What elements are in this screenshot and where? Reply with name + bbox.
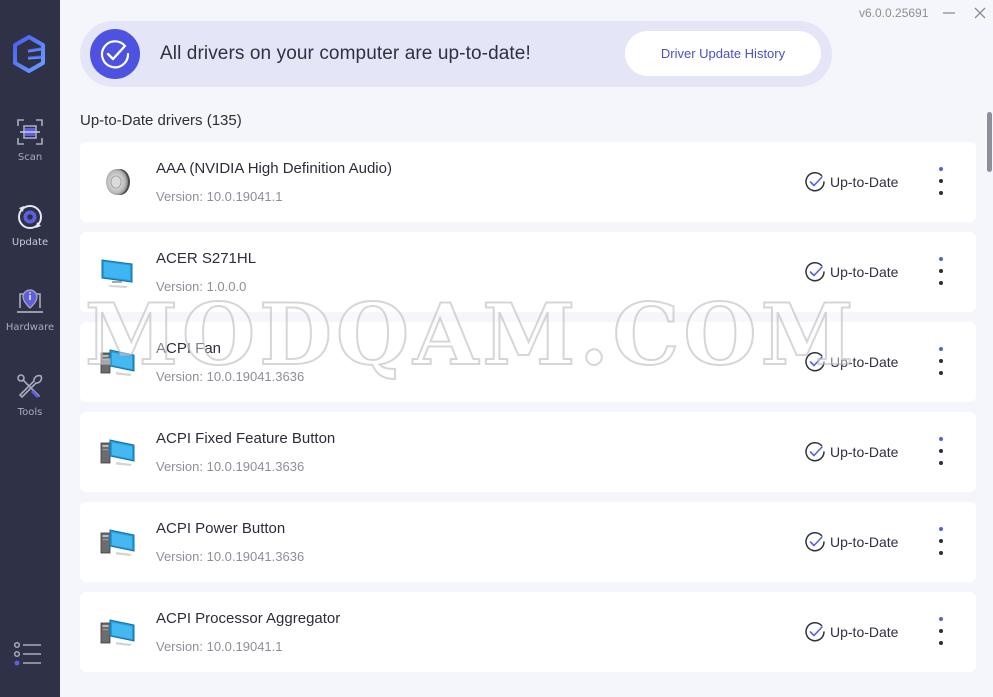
check-circle-icon	[805, 621, 825, 642]
driver-list: AAA (NVIDIA High Definition Audio) Versi…	[80, 142, 976, 682]
status-badge: Up-to-Date	[804, 531, 898, 553]
driver-name: AAA (NVIDIA High Definition Audio)	[156, 160, 392, 177]
status-badge: Up-to-Date	[804, 351, 898, 373]
scrollbar-thumb[interactable]	[987, 112, 992, 172]
sidebar-item-hardware[interactable]: Hardware	[0, 286, 60, 358]
status-badge: Up-to-Date	[804, 171, 898, 193]
more-options-button[interactable]	[934, 257, 948, 291]
status-label: Up-to-Date	[830, 534, 899, 550]
dot	[939, 629, 943, 633]
driver-version: Version: 10.0.19041.3636	[156, 369, 305, 384]
more-options-button[interactable]	[934, 167, 948, 201]
driver-name: ACPI Power Button	[156, 520, 286, 537]
status-message: All drivers on your computer are up-to-d…	[160, 43, 531, 64]
status-label: Up-to-Date	[830, 444, 899, 460]
sidebar-item-scan[interactable]: Scan	[0, 116, 60, 188]
sidebar-item-tools[interactable]: Tools	[0, 371, 60, 443]
status-label: Up-to-Date	[830, 264, 899, 280]
status-label: Up-to-Date	[830, 354, 899, 370]
check-circle-icon	[805, 441, 825, 462]
dot	[939, 359, 943, 363]
computer-icon	[98, 434, 138, 470]
sidebar-item-label: Scan	[17, 152, 43, 163]
more-options-button[interactable]	[934, 527, 948, 561]
check-circle-icon	[90, 29, 140, 79]
driver-row[interactable]: ACPI Fixed Feature Button Version: 10.0.…	[80, 412, 976, 492]
driver-update-history-button[interactable]: Driver Update History	[625, 31, 821, 76]
dot	[939, 617, 943, 621]
more-options-button[interactable]	[934, 437, 948, 471]
driver-version: Version: 10.0.19041.1	[156, 189, 283, 204]
app-version: v6.0.0.25691	[859, 6, 929, 20]
computer-icon	[98, 344, 138, 380]
hardware-icon	[17, 289, 43, 313]
computer-icon	[98, 524, 138, 560]
dot	[939, 527, 943, 531]
close-icon[interactable]	[971, 4, 989, 22]
tools-icon	[17, 374, 43, 399]
dot	[939, 281, 943, 285]
driver-name: ACPI Fixed Feature Button	[156, 430, 336, 447]
check-circle-icon	[805, 261, 825, 282]
status-label: Up-to-Date	[830, 624, 899, 640]
scan-icon	[17, 119, 43, 145]
status-badge: Up-to-Date	[804, 621, 898, 643]
dot	[939, 437, 943, 441]
driver-name: ACER S271HL	[156, 250, 257, 267]
check-circle-icon	[805, 351, 825, 372]
dot	[939, 167, 943, 171]
dot	[939, 449, 943, 453]
driver-row[interactable]: ACPI Power Button Version: 10.0.19041.36…	[80, 502, 976, 582]
monitor-icon	[98, 254, 138, 290]
driver-version: Version: 10.0.19041.3636	[156, 549, 305, 564]
menu-list-icon[interactable]	[13, 641, 43, 667]
dot	[939, 257, 943, 261]
app-logo-icon	[13, 35, 45, 73]
dot	[939, 371, 943, 375]
driver-row[interactable]: ACPI Fan Version: 10.0.19041.3636 Up-to-…	[80, 322, 976, 402]
status-badge: Up-to-Date	[804, 441, 898, 463]
status-badge: Up-to-Date	[804, 261, 898, 283]
check-circle-icon	[805, 171, 825, 192]
computer-icon	[98, 614, 138, 650]
sidebar-item-update[interactable]: Update	[0, 201, 60, 273]
dot	[939, 539, 943, 543]
sidebar: Scan Update Hardware Tools	[0, 0, 60, 697]
dot	[939, 347, 943, 351]
driver-row[interactable]: AAA (NVIDIA High Definition Audio) Versi…	[80, 142, 976, 222]
driver-version: Version: 1.0.0.0	[156, 279, 247, 294]
minimize-icon[interactable]	[940, 4, 958, 22]
dot	[939, 641, 943, 645]
dot	[939, 461, 943, 465]
update-icon	[18, 205, 42, 229]
dot	[939, 551, 943, 555]
speaker-icon	[98, 164, 138, 200]
check-circle-icon	[805, 531, 825, 552]
sidebar-item-label: Tools	[17, 407, 43, 418]
driver-name: ACPI Processor Aggregator	[156, 610, 341, 627]
driver-row[interactable]: ACPI Processor Aggregator Version: 10.0.…	[80, 592, 976, 672]
driver-row[interactable]: ACER S271HL Version: 1.0.0.0 Up-to-Date	[80, 232, 976, 312]
status-label: Up-to-Date	[830, 174, 899, 190]
driver-version: Version: 10.0.19041.1	[156, 639, 283, 654]
more-options-button[interactable]	[934, 347, 948, 381]
sidebar-item-label: Hardware	[5, 322, 55, 333]
dot	[939, 191, 943, 195]
driver-name: ACPI Fan	[156, 340, 222, 357]
more-options-button[interactable]	[934, 617, 948, 651]
sidebar-item-label: Update	[11, 237, 49, 248]
dot	[939, 179, 943, 183]
section-title: Up-to-Date drivers (135)	[80, 112, 242, 129]
dot	[939, 269, 943, 273]
status-banner: All drivers on your computer are up-to-d…	[80, 21, 832, 87]
driver-version: Version: 10.0.19041.3636	[156, 459, 305, 474]
